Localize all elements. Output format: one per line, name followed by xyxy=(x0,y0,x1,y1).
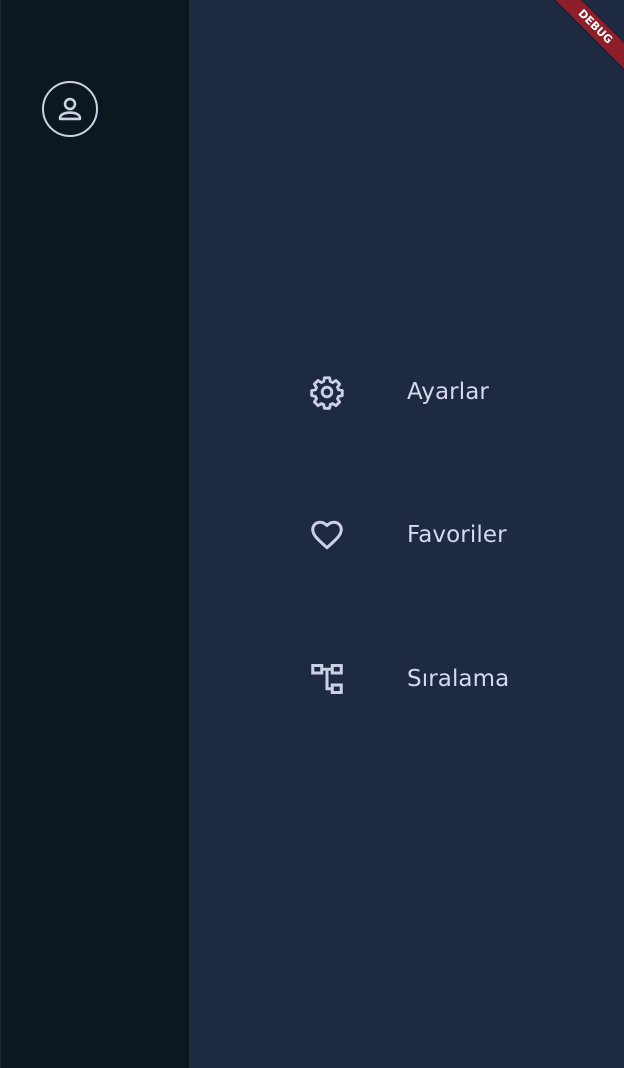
menu-item-favorites[interactable]: Favoriler xyxy=(309,505,609,565)
heart-icon xyxy=(309,517,345,553)
menu-item-label: Favoriler xyxy=(407,522,507,548)
person-icon xyxy=(58,97,82,121)
menu-item-label: Sıralama xyxy=(407,666,510,692)
account-tree-icon xyxy=(309,661,345,697)
profile-avatar-button[interactable] xyxy=(42,81,98,137)
menu-item-ranking[interactable]: Sıralama xyxy=(309,649,609,709)
sidebar xyxy=(0,0,189,1068)
gear-icon xyxy=(309,374,345,410)
main-content: Ayarlar Favoriler Sıralama xyxy=(189,0,624,1068)
menu-item-label: Ayarlar xyxy=(407,379,489,405)
menu-item-settings[interactable]: Ayarlar xyxy=(309,362,609,422)
